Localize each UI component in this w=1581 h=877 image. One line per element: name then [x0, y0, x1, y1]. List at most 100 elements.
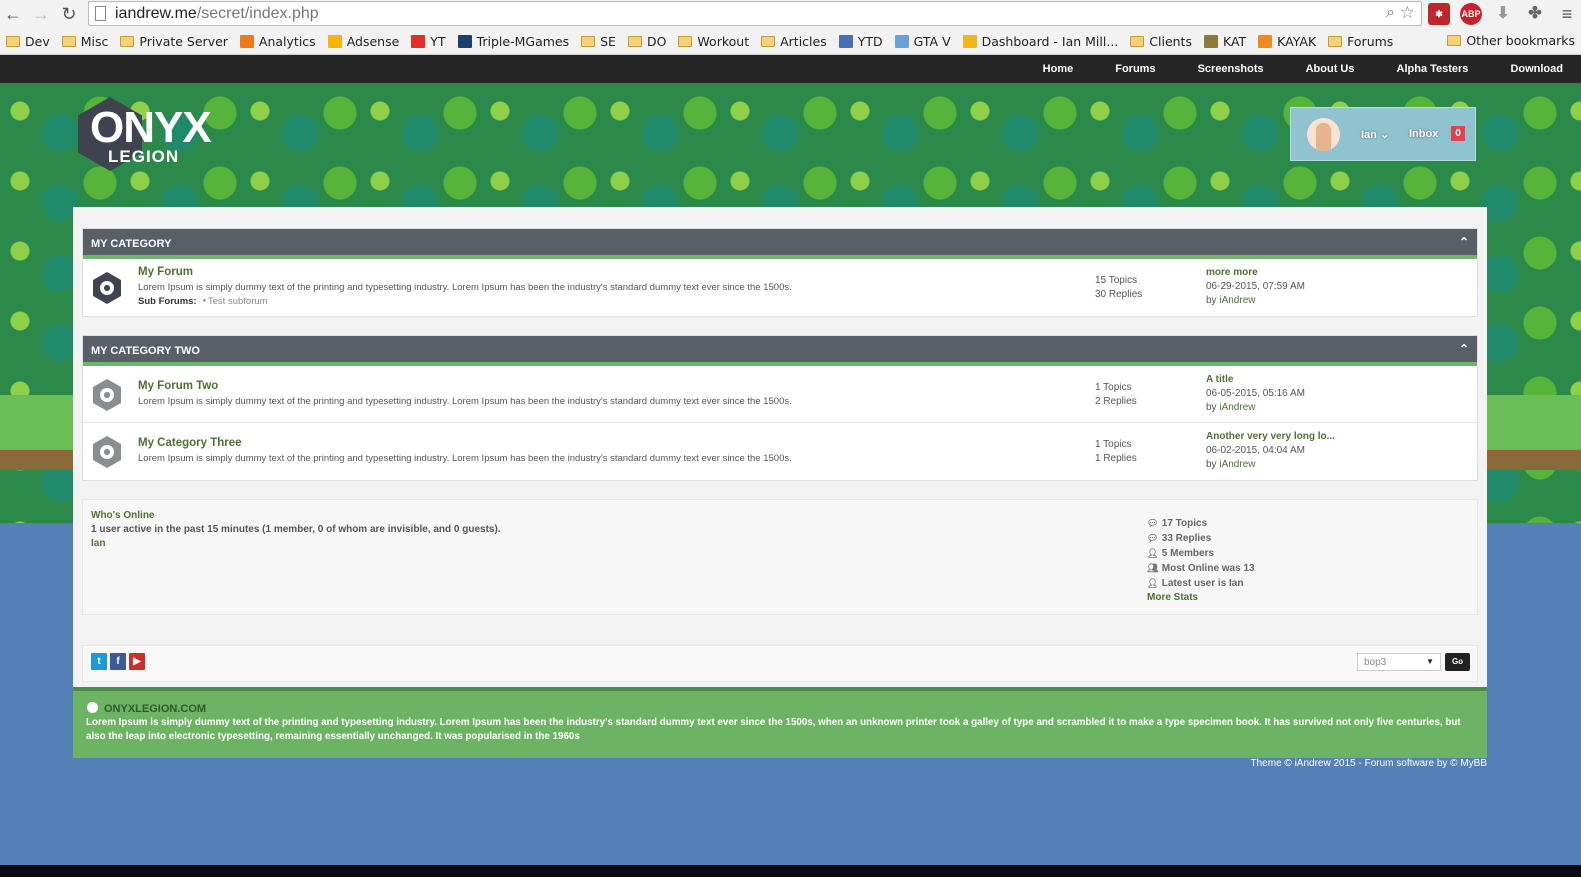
last-post-title-link[interactable]: Another very very long lo... — [1206, 430, 1335, 444]
replies-count: 1 Replies — [1095, 453, 1137, 464]
forum-new-posts-icon — [93, 272, 121, 304]
bookmark-dashboard-ian-mill-[interactable]: Dashboard - Ian Mill... — [962, 33, 1119, 49]
go-button[interactable]: Go — [1445, 653, 1470, 671]
globe-icon — [87, 702, 98, 713]
bookmark-label: Forums — [1347, 33, 1394, 49]
subforum-link[interactable]: Test subforum — [208, 296, 268, 307]
last-post-date: 06-05-2015, 05:16 AM — [1206, 388, 1305, 399]
forum-title-link[interactable]: My Forum Two — [138, 380, 218, 392]
bookmark-label: KAT — [1222, 33, 1247, 49]
forward-button[interactable]: → — [30, 3, 52, 25]
category-header[interactable]: MY CATEGORY ⌃ — [83, 229, 1477, 259]
user-icon: 👤︎ — [1147, 578, 1159, 588]
replies-count: 2 Replies — [1095, 396, 1137, 407]
bookmark-do[interactable]: DO — [627, 34, 666, 49]
more-stats-link[interactable]: More Stats — [1147, 591, 1255, 605]
last-post-author-link[interactable]: iAndrew — [1219, 295, 1255, 306]
nav-alpha-testers[interactable]: Alpha Testers — [1397, 63, 1469, 75]
stat-most-online: 👥︎ Most Online was 13 — [1147, 563, 1255, 574]
bee-extension-icon[interactable]: ✤ — [1524, 3, 1546, 25]
last-post-author-line: by iAndrew — [1206, 294, 1305, 308]
last-post-author-link[interactable]: iAndrew — [1219, 459, 1255, 470]
bookmark-adsense[interactable]: Adsense — [327, 34, 399, 49]
nav-screenshots[interactable]: Screenshots — [1198, 63, 1264, 75]
last-post: Another very very long lo... 06-02-2015, … — [1206, 430, 1335, 472]
bookmark-dev[interactable]: Dev — [6, 34, 50, 49]
collapse-chevron-icon[interactable]: ⌃ — [1459, 342, 1469, 356]
nav-forums[interactable]: Forums — [1115, 63, 1155, 75]
bookmark-clients[interactable]: Clients — [1130, 34, 1192, 49]
ytd-icon — [838, 34, 853, 48]
twitter-icon[interactable]: t — [91, 653, 107, 670]
bookmark-label: GTA V — [913, 33, 951, 49]
forum-stats: 15 Topics 30 Replies — [1095, 274, 1142, 302]
kayak-icon — [1258, 34, 1273, 48]
bookmark-triple-mgames[interactable]: Triple-MGames — [457, 34, 569, 49]
bookmark-private-server[interactable]: Private Server — [120, 34, 228, 49]
download-extension-icon[interactable]: ⬇ — [1492, 3, 1514, 25]
forum-description: Lorem Ipsum is simply dummy text of the … — [138, 453, 792, 464]
bookmark-ytd[interactable]: YTD — [838, 34, 883, 49]
logo-text: ONYX — [90, 103, 212, 152]
nav-download[interactable]: Download — [1510, 63, 1563, 75]
bookmark-label: Dev — [25, 33, 50, 49]
bookmark-label: KAYAK — [1277, 33, 1317, 49]
browser-menu-icon[interactable]: ≡ — [1556, 3, 1578, 25]
lastpass-extension-icon[interactable]: ✱ — [1428, 3, 1450, 25]
folder-icon — [581, 35, 596, 47]
other-bookmarks[interactable]: Other bookmarks — [1447, 33, 1575, 48]
bookmark-articles[interactable]: Articles — [761, 34, 827, 49]
bookmark-misc[interactable]: Misc — [61, 33, 109, 49]
last-post: A title 06-05-2015, 05:16 AM by iAndrew — [1206, 373, 1305, 415]
avatar[interactable] — [1307, 118, 1340, 151]
reload-button[interactable]: ↻ — [58, 3, 80, 25]
online-user-link[interactable]: Ian — [91, 538, 105, 549]
back-button[interactable]: ← — [2, 3, 24, 25]
bookmark-workout[interactable]: Workout — [678, 34, 749, 49]
bookmark-kat[interactable]: KAT — [1203, 33, 1247, 49]
site-icon — [457, 34, 472, 48]
analytics-icon — [239, 34, 254, 48]
folder-icon — [1328, 35, 1343, 47]
bookmark-label: Misc — [80, 33, 109, 49]
bookmark-gta-v[interactable]: GTA V — [894, 33, 951, 49]
replies-count: 30 Replies — [1095, 289, 1143, 300]
category-header[interactable]: MY CATEGORY TWO ⌃ — [83, 336, 1477, 366]
bookmark-kayak[interactable]: KAYAK — [1258, 34, 1316, 49]
last-post-author-link[interactable]: iAndrew — [1219, 402, 1255, 413]
zoom-icon[interactable]: ⌕ — [1386, 4, 1395, 22]
kat-icon — [1203, 34, 1218, 48]
nav-home[interactable]: Home — [1043, 63, 1074, 75]
bookmark-label: Dashboard - Ian Mill... — [981, 33, 1119, 49]
address-bar[interactable]: iandrew.me/secret/index.php ⌕ ☆ — [88, 1, 1422, 26]
board-stats: 💬︎ 17 Topics 💬︎ 33 Replies 👤︎ 5 Members … — [1147, 516, 1255, 605]
theme-select[interactable]: bop3 ▼ — [1357, 653, 1441, 671]
forum-title-link[interactable]: My Category Three — [138, 437, 242, 449]
youtube-icon[interactable]: ▶ — [129, 653, 145, 670]
inbox-link[interactable]: Inbox — [1409, 128, 1438, 140]
folder-icon — [761, 35, 776, 47]
last-post: more more 06-29-2015, 07:59 AM by iAndrew — [1206, 266, 1305, 308]
user-panel: Ian ⌄ Inbox 0 — [1290, 107, 1476, 161]
bookmark-star-icon[interactable]: ☆ — [1400, 3, 1415, 23]
top-nav: Home Forums Screenshots About Us Alpha Teste… — [0, 55, 1581, 83]
by-label: by — [1206, 402, 1217, 413]
nav-about-us[interactable]: About Us — [1306, 63, 1355, 75]
adblock-extension-icon[interactable]: ABP — [1460, 3, 1482, 25]
user-menu[interactable]: Ian ⌄ — [1361, 128, 1389, 141]
bookmark-se[interactable]: SE — [581, 34, 616, 49]
whos-online-summary: 1 user active in the past 15 minutes (1 … — [91, 524, 501, 535]
facebook-icon[interactable]: f — [110, 653, 126, 670]
forum-no-new-posts-icon — [93, 436, 121, 468]
forum-title-link[interactable]: My Forum — [138, 266, 193, 278]
whos-online-heading[interactable]: Who's Online — [91, 510, 155, 521]
footer-credit: Theme © iAndrew 2015 - Forum software by… — [1250, 758, 1487, 769]
bookmark-analytics[interactable]: Analytics — [239, 34, 316, 49]
last-post-title-link[interactable]: more more — [1206, 266, 1305, 280]
bookmark-yt[interactable]: YT — [411, 34, 446, 49]
last-post-title-link[interactable]: A title — [1206, 373, 1305, 387]
collapse-chevron-icon[interactable]: ⌃ — [1459, 235, 1469, 249]
forum-no-new-posts-icon — [93, 379, 121, 411]
site-logo[interactable]: ONYX LEGION — [78, 97, 218, 177]
bookmark-forums[interactable]: Forums — [1328, 34, 1393, 49]
